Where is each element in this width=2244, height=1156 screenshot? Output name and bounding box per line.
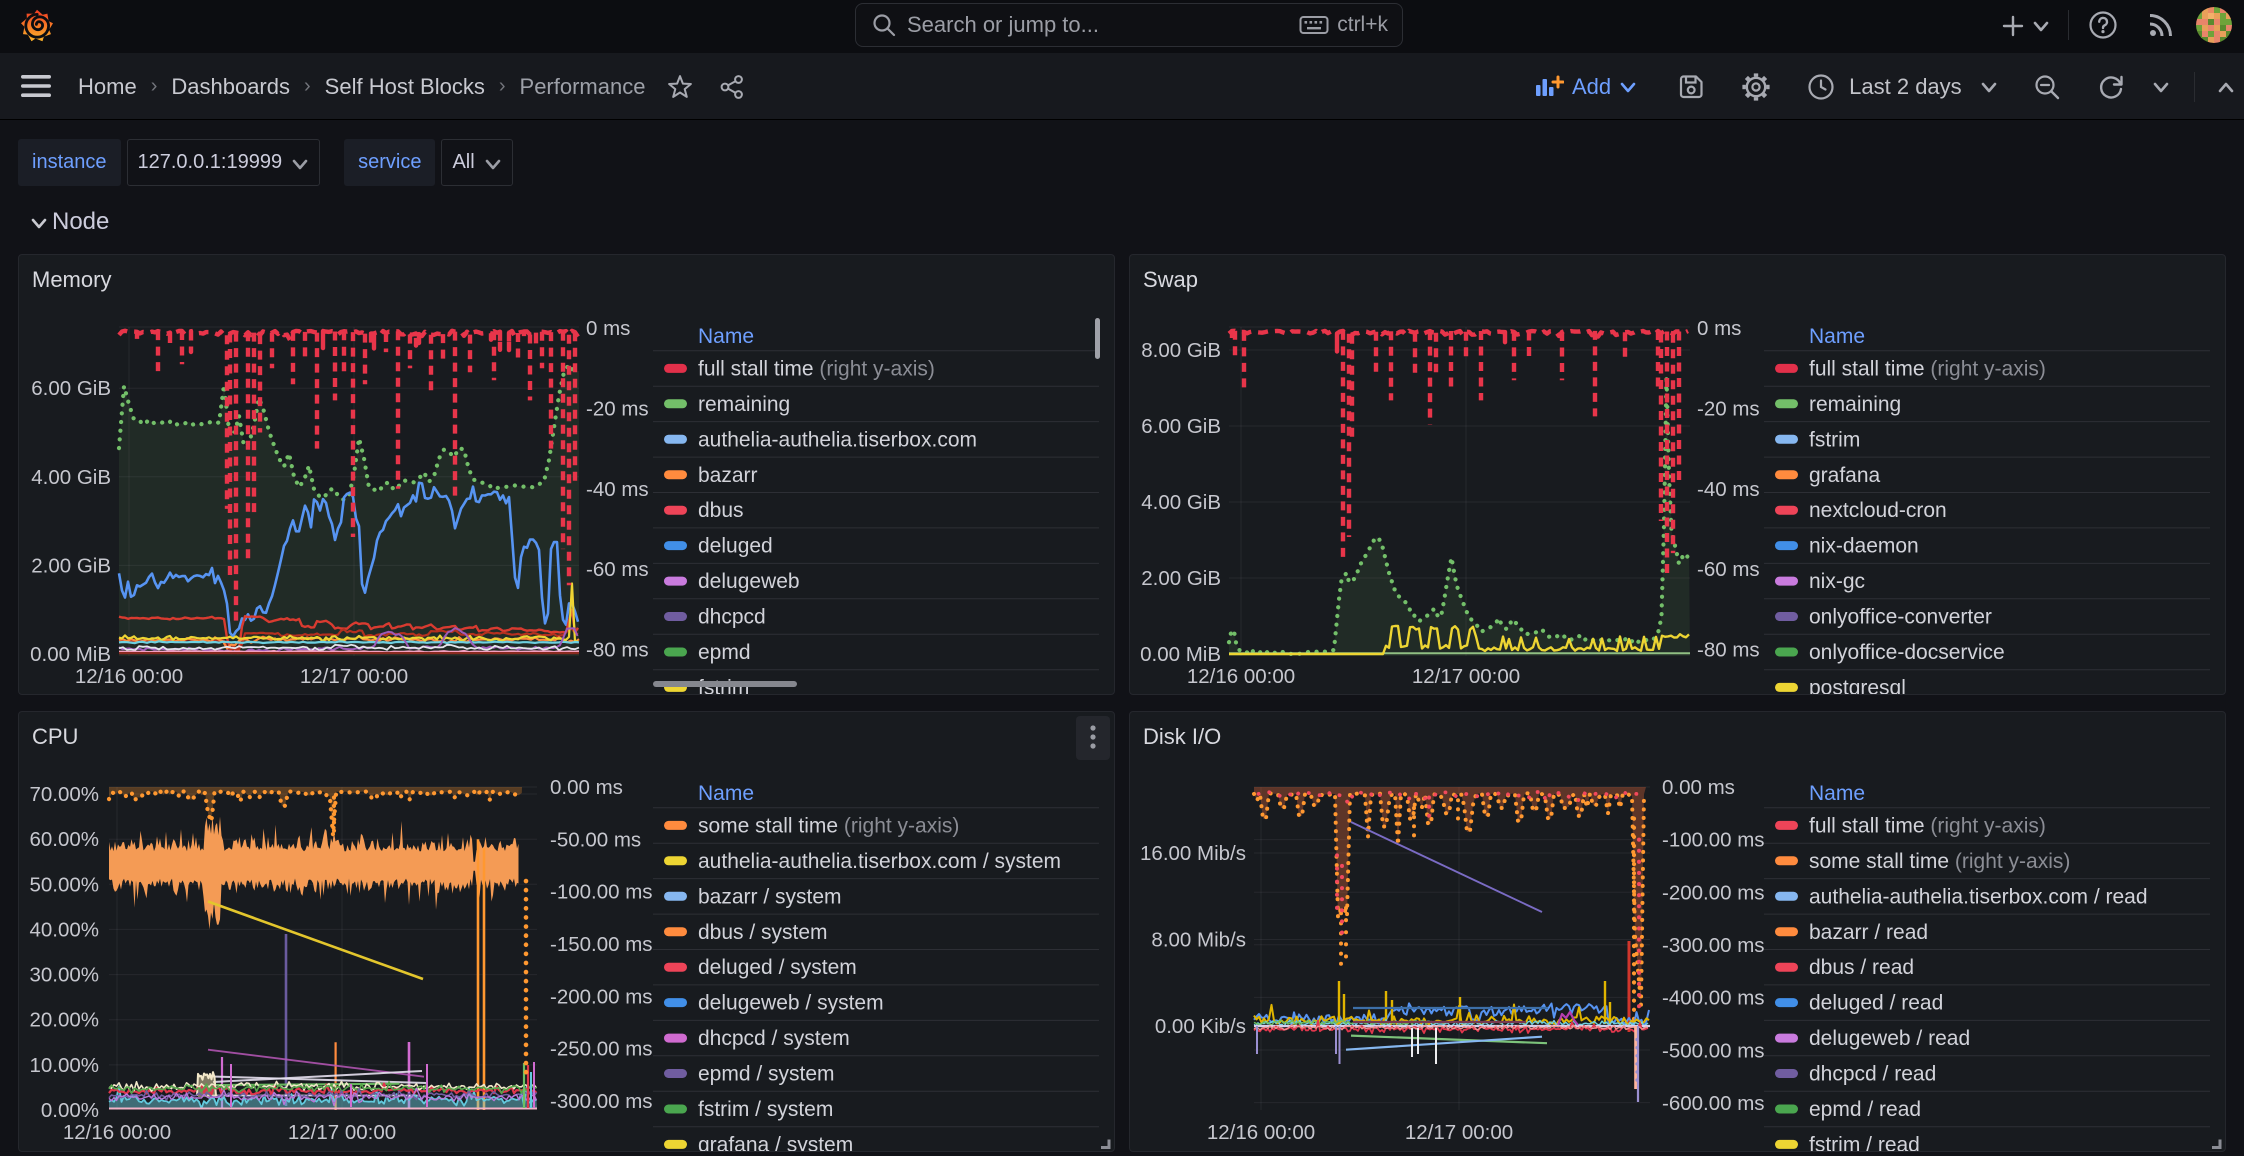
svg-text:-600.00 ms: -600.00 ms xyxy=(1662,1092,1765,1115)
svg-text:dhcpcd / read: dhcpcd / read xyxy=(1809,1063,1936,1086)
svg-text:dbus / read: dbus / read xyxy=(1809,956,1914,979)
svg-text:delugeweb / system: delugeweb / system xyxy=(698,992,884,1015)
svg-text:Name: Name xyxy=(698,325,754,348)
svg-text:0 ms: 0 ms xyxy=(1697,317,1741,340)
svg-text:Name: Name xyxy=(698,782,754,805)
svg-text:dhcpcd / system: dhcpcd / system xyxy=(698,1027,850,1050)
svg-text:-100.00 ms: -100.00 ms xyxy=(1662,829,1765,852)
svg-text:remaining: remaining xyxy=(1809,393,1901,416)
svg-text:0.00 MiB: 0.00 MiB xyxy=(1140,643,1221,666)
svg-text:delugeweb: delugeweb xyxy=(698,570,800,593)
svg-text:6.00 GiB: 6.00 GiB xyxy=(31,377,111,400)
svg-text:full stall time (right y-axis): full stall time (right y-axis) xyxy=(1809,357,2046,380)
svg-text:2.00 GiB: 2.00 GiB xyxy=(31,554,111,577)
svg-text:nix-daemon: nix-daemon xyxy=(1809,535,1919,558)
svg-text:4.00 GiB: 4.00 GiB xyxy=(1141,491,1221,514)
svg-text:70.00%: 70.00% xyxy=(29,783,99,806)
svg-text:deluged / read: deluged / read xyxy=(1809,992,1943,1015)
svg-text:2.00 GiB: 2.00 GiB xyxy=(1141,567,1221,590)
svg-text:0 ms: 0 ms xyxy=(586,317,630,340)
svg-text:grafana: grafana xyxy=(1809,464,1881,487)
svg-text:fstrim / read: fstrim / read xyxy=(1809,1133,1920,1151)
svg-text:Name: Name xyxy=(1809,782,1865,805)
svg-text:-300.00 ms: -300.00 ms xyxy=(550,1090,653,1113)
svg-text:-80 ms: -80 ms xyxy=(586,639,649,662)
svg-text:-400.00 ms: -400.00 ms xyxy=(1662,987,1765,1010)
svg-text:0.00 ms: 0.00 ms xyxy=(1662,776,1735,799)
svg-text:-40 ms: -40 ms xyxy=(1697,478,1760,501)
svg-text:onlyoffice-docservice: onlyoffice-docservice xyxy=(1809,641,2005,664)
svg-text:30.00%: 30.00% xyxy=(29,964,99,987)
svg-text:fstrim: fstrim xyxy=(1809,428,1860,451)
svg-text:12/16 00:00: 12/16 00:00 xyxy=(75,665,183,688)
svg-text:-250.00 ms: -250.00 ms xyxy=(550,1038,653,1061)
svg-text:epmd: epmd xyxy=(698,641,751,664)
svg-text:8.00 GiB: 8.00 GiB xyxy=(1141,339,1221,362)
svg-text:0.00 Kib/s: 0.00 Kib/s xyxy=(1155,1015,1246,1038)
svg-text:6.00 GiB: 6.00 GiB xyxy=(1141,415,1221,438)
svg-text:4.00 GiB: 4.00 GiB xyxy=(31,466,111,489)
svg-text:remaining: remaining xyxy=(698,393,790,416)
svg-text:dbus: dbus xyxy=(698,499,744,522)
svg-text:dbus / system: dbus / system xyxy=(698,921,828,944)
svg-text:-200.00 ms: -200.00 ms xyxy=(550,985,653,1008)
svg-text:bazarr / read: bazarr / read xyxy=(1809,921,1928,944)
svg-text:nextcloud-cron: nextcloud-cron xyxy=(1809,499,1947,522)
svg-text:12/17 00:00: 12/17 00:00 xyxy=(1412,665,1520,688)
svg-text:0.00%: 0.00% xyxy=(41,1099,99,1122)
svg-text:12/17 00:00: 12/17 00:00 xyxy=(1405,1121,1513,1144)
svg-text:60.00%: 60.00% xyxy=(29,828,99,851)
svg-text:-150.00 ms: -150.00 ms xyxy=(550,933,653,956)
svg-text:20.00%: 20.00% xyxy=(29,1009,99,1032)
svg-text:0.00 MiB: 0.00 MiB xyxy=(30,643,111,666)
svg-text:16.00 Mib/s: 16.00 Mib/s xyxy=(1140,842,1246,865)
svg-text:0.00 ms: 0.00 ms xyxy=(550,776,623,799)
svg-text:Name: Name xyxy=(1809,325,1865,348)
svg-text:grafana / system: grafana / system xyxy=(698,1133,853,1151)
svg-text:authelia-authelia.tiserbox.com: authelia-authelia.tiserbox.com / read xyxy=(1809,885,2148,908)
svg-text:-60 ms: -60 ms xyxy=(1697,558,1760,581)
svg-text:8.00 Mib/s: 8.00 Mib/s xyxy=(1151,929,1246,952)
svg-text:-20 ms: -20 ms xyxy=(1697,397,1760,420)
svg-text:-50.00 ms: -50.00 ms xyxy=(550,828,641,851)
svg-text:-500.00 ms: -500.00 ms xyxy=(1662,1039,1765,1062)
svg-text:full stall time (right y-axis): full stall time (right y-axis) xyxy=(698,357,935,380)
svg-text:10.00%: 10.00% xyxy=(29,1054,99,1077)
svg-text:nix-gc: nix-gc xyxy=(1809,570,1865,593)
svg-text:some stall time (right y-axis): some stall time (right y-axis) xyxy=(1809,850,2070,873)
svg-text:-40 ms: -40 ms xyxy=(586,478,649,501)
svg-text:authelia-authelia.tiserbox.com: authelia-authelia.tiserbox.com / system xyxy=(698,850,1061,873)
svg-text:bazarr / system: bazarr / system xyxy=(698,885,842,908)
svg-text:40.00%: 40.00% xyxy=(29,918,99,941)
svg-text:onlyoffice-converter: onlyoffice-converter xyxy=(1809,606,1992,629)
svg-text:deluged: deluged xyxy=(698,535,773,558)
svg-text:-100.00 ms: -100.00 ms xyxy=(550,881,653,904)
svg-text:epmd / system: epmd / system xyxy=(698,1063,835,1086)
svg-text:-300.00 ms: -300.00 ms xyxy=(1662,934,1765,957)
svg-text:12/16 00:00: 12/16 00:00 xyxy=(1207,1121,1315,1144)
svg-text:50.00%: 50.00% xyxy=(29,873,99,896)
svg-text:-60 ms: -60 ms xyxy=(586,558,649,581)
svg-text:12/17 00:00: 12/17 00:00 xyxy=(288,1121,396,1144)
svg-text:fstrim / system: fstrim / system xyxy=(698,1098,833,1121)
svg-text:12/17 00:00: 12/17 00:00 xyxy=(300,665,408,688)
svg-text:dhcpcd: dhcpcd xyxy=(698,606,766,629)
svg-text:12/16 00:00: 12/16 00:00 xyxy=(63,1121,171,1144)
svg-text:12/16 00:00: 12/16 00:00 xyxy=(1187,665,1295,688)
svg-text:full stall time (right y-axis): full stall time (right y-axis) xyxy=(1809,814,2046,837)
svg-text:-200.00 ms: -200.00 ms xyxy=(1662,881,1765,904)
svg-text:postgresql: postgresql xyxy=(1809,676,1906,694)
svg-text:epmd / read: epmd / read xyxy=(1809,1098,1921,1121)
svg-text:authelia-authelia.tiserbox.com: authelia-authelia.tiserbox.com xyxy=(698,428,977,451)
svg-text:-80 ms: -80 ms xyxy=(1697,639,1760,662)
svg-text:delugeweb / read: delugeweb / read xyxy=(1809,1027,1970,1050)
svg-text:some stall time (right y-axis): some stall time (right y-axis) xyxy=(698,814,959,837)
svg-text:-20 ms: -20 ms xyxy=(586,397,649,420)
svg-text:bazarr: bazarr xyxy=(698,464,758,487)
svg-text:deluged / system: deluged / system xyxy=(698,956,857,979)
